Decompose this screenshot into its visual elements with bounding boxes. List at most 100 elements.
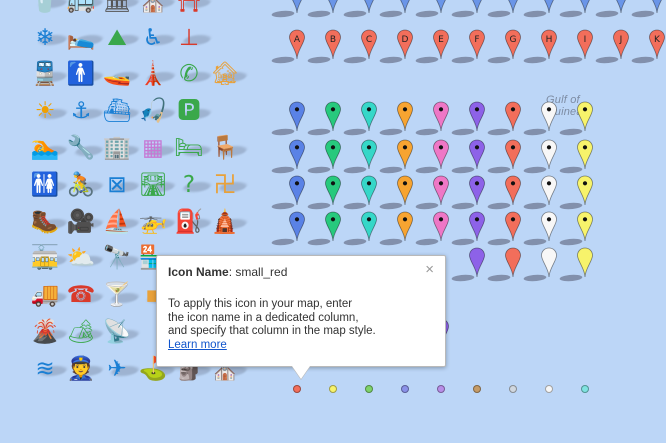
learn-more-link[interactable]: Learn more — [168, 339, 227, 351]
small-yellow-dot[interactable] — [329, 385, 337, 393]
icon-row: ☀ ⚓ ⛴ 🎣 🅿 — [28, 93, 256, 130]
lighthouse-icon[interactable]: 🗼 — [136, 58, 178, 92]
partly-cloudy-icon[interactable]: ⛅ — [64, 242, 106, 276]
bed-icon[interactable]: 🛏 — [172, 132, 214, 166]
binoculars-icon[interactable]: 🔭 — [100, 242, 142, 276]
movie-icon[interactable]: 🎥 — [64, 205, 106, 239]
payphone-icon[interactable]: ☎ — [64, 279, 106, 313]
wrench-icon[interactable]: 🔧 — [64, 132, 106, 166]
marker-letter-b-red[interactable]: B — [307, 29, 353, 73]
train-icon[interactable]: 🚆 — [28, 58, 70, 92]
pin-blue[interactable] — [271, 211, 317, 255]
info-window: × Icon Name: small_red To apply this ico… — [156, 255, 446, 379]
info-window-body: To apply this icon in your map, enter th… — [168, 298, 434, 352]
snowflake-icon[interactable]: ❄ — [28, 21, 70, 55]
map-page: 🥤 🚌 🏛 ⛪ ⛩ ❄ 🛌 ⛰ ♿ ⊥ 🚆 🚹 🚤 🗼 ✆ 🏚 ☀ ⚓ ⛴ 🎣 🅿 🏊 🔧 🏢 ▦ 🛏 🪑 🚻 🚴 ⊠ 🛣? 卍 🥾 🎥 ⛵ 🚁 ⛽ 🛕 🚋… — [0, 0, 666, 443]
blocks-icon[interactable]: ▦ — [136, 132, 178, 166]
icon-row: ❄ 🛌 ⛰ ♿ ⊥ — [28, 20, 256, 57]
man-icon[interactable]: 🚹 — [64, 58, 106, 92]
highway-icon[interactable]: 🛣 — [136, 168, 178, 202]
marker-letter-a-red[interactable]: A — [271, 29, 317, 73]
hiking-icon[interactable]: 🥾 — [28, 205, 70, 239]
marker-letter-label: B — [329, 35, 337, 45]
small-blue-dot[interactable] — [401, 385, 409, 393]
torii-icon[interactable]: ⛩ — [172, 0, 214, 18]
icon-name-value: small_red — [235, 265, 288, 279]
tram-icon[interactable]: 🚋 — [28, 242, 70, 276]
bus-icon[interactable]: 🚌 — [64, 0, 106, 18]
small-white-dot[interactable] — [545, 385, 553, 393]
phone-icon[interactable]: ✆ — [172, 58, 214, 92]
marker-letter-f-red[interactable]: F — [451, 29, 497, 73]
gas-icon[interactable]: ⛽ — [172, 205, 214, 239]
pin-white[interactable] — [523, 247, 569, 291]
ruins-icon[interactable]: 🏚 — [208, 58, 250, 92]
truck-icon[interactable]: 🚚 — [28, 279, 70, 313]
marker-letter-label: K — [654, 35, 660, 45]
ferry-icon[interactable]: ⛴ — [100, 95, 142, 129]
pin-purple[interactable] — [451, 247, 497, 291]
fast-food-icon[interactable]: 🥤 — [28, 0, 70, 18]
picnic-icon[interactable]: 🏕 — [64, 316, 106, 350]
marker-letter-d-red[interactable]: D — [379, 29, 425, 73]
pin-orange[interactable] — [379, 211, 425, 255]
pin-yellow[interactable] — [559, 247, 605, 291]
help-icon[interactable]: ? — [172, 168, 214, 202]
temple-icon[interactable]: 🛕 — [208, 205, 250, 239]
marker-letter-e-red[interactable]: E — [415, 29, 461, 73]
marker-letter-g-red[interactable]: G — [487, 29, 533, 73]
marker-letter-label: E — [438, 35, 444, 45]
parking-icon[interactable]: 🅿 — [172, 95, 214, 129]
marker-letter-label: F — [474, 35, 480, 45]
pin-teal[interactable] — [343, 211, 389, 255]
sailing-icon[interactable]: ⛵ — [100, 205, 142, 239]
lodging-icon[interactable]: 🛌 — [64, 21, 106, 55]
info-line-1: To apply this icon in your map, enter — [168, 298, 353, 310]
church-icon[interactable]: ⛪ — [136, 0, 178, 18]
pin-red[interactable] — [487, 247, 533, 291]
info-window-tail — [292, 366, 310, 379]
icon-name-label: Icon Name — [168, 265, 229, 279]
volcano-icon[interactable]: 🌋 — [28, 316, 70, 350]
marker-letter-k-red[interactable]: K — [631, 29, 666, 73]
icon-row: 🚻 🚴 ⊠ 🛣? 卍 — [28, 167, 256, 204]
small-teal-dot[interactable] — [581, 385, 589, 393]
marker-letter-label: J — [619, 35, 623, 45]
marker-letter-k-blue[interactable]: K — [631, 0, 666, 27]
wheelchair-icon[interactable]: ♿ — [136, 21, 178, 55]
mountains-icon[interactable]: ⛰ — [100, 21, 142, 55]
marker-letter-c-red[interactable]: C — [343, 29, 389, 73]
small-purple-dot[interactable] — [437, 385, 445, 393]
helicopter-icon[interactable]: 🚁 — [136, 205, 178, 239]
cyclist-icon[interactable]: 🚴 — [64, 168, 106, 202]
marker-letter-j-red[interactable]: J — [595, 29, 641, 73]
sun-icon[interactable]: ☀ — [28, 95, 70, 129]
map-area[interactable]: Gulf of Guinea AABBCCDDEEFFGGHHIIJJKK — [271, 0, 666, 443]
swastika-icon[interactable]: 卍 — [208, 168, 250, 202]
sitting-icon[interactable]: 🪑 — [208, 132, 250, 166]
boat-icon[interactable]: 🚤 — [100, 58, 142, 92]
small-gray-dot[interactable] — [509, 385, 517, 393]
toilets-icon[interactable]: 🚻 — [28, 168, 70, 202]
bar-icon[interactable]: 🍸 — [100, 279, 142, 313]
small-brown-dot[interactable] — [473, 385, 481, 393]
pin-green[interactable] — [307, 211, 353, 255]
airplane-icon[interactable]: ✈ — [100, 352, 142, 386]
close-icon[interactable]: × — [425, 262, 434, 277]
small-green-dot[interactable] — [365, 385, 373, 393]
waves-icon[interactable]: ≋ — [28, 352, 70, 386]
small-red-dot[interactable] — [293, 385, 301, 393]
placeholder-red-icon[interactable]: ⊥ — [172, 21, 214, 55]
marker-letter-h-red[interactable]: H — [523, 29, 569, 73]
building-icon[interactable]: 🏢 — [100, 132, 142, 166]
x-box-icon[interactable]: ⊠ — [100, 168, 142, 202]
tower-icon[interactable]: 📡 — [100, 316, 142, 350]
fishing-icon[interactable]: 🎣 — [136, 95, 178, 129]
swimming-icon[interactable]: 🏊 — [28, 132, 70, 166]
police-icon[interactable]: 👮 — [64, 352, 106, 386]
marker-letter-i-red[interactable]: I — [559, 29, 605, 73]
museum-icon[interactable]: 🏛 — [100, 0, 142, 18]
marker-letter-label: H — [545, 35, 553, 45]
pin-pink[interactable] — [415, 211, 461, 255]
anchor-icon[interactable]: ⚓ — [64, 95, 106, 129]
